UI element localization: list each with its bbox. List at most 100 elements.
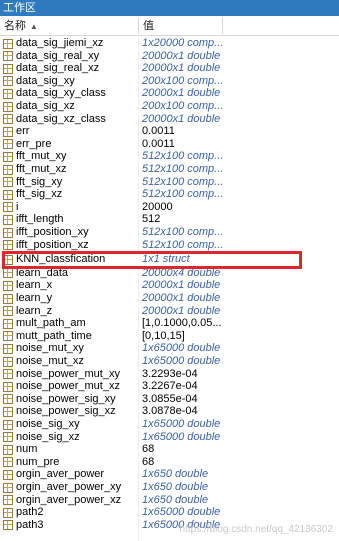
variable-row[interactable]: fft_mut_xy 512x100 comp...	[0, 150, 339, 163]
value-column-header[interactable]: 值	[143, 16, 154, 36]
variable-row[interactable]: orgin_aver_power_xz 1x650 double	[0, 494, 339, 507]
variable-name: data_sig_xy	[16, 74, 75, 87]
variable-row[interactable]: num 68	[0, 443, 339, 456]
variable-row[interactable]: noise_sig_xz 1x65000 double	[0, 431, 339, 444]
variable-name: num	[16, 443, 38, 456]
variable-name: noise_mut_xz	[16, 355, 84, 367]
variable-row[interactable]: data_sig_xy_class 20000x1 double	[0, 87, 339, 100]
matrix-icon	[3, 406, 13, 417]
variable-row[interactable]: noise_mut_xy 1x65000 double	[0, 342, 339, 355]
variable-row[interactable]: path2 1x65000 double	[0, 506, 339, 519]
variable-row[interactable]: orgin_aver_power_xy 1x650 double	[0, 481, 339, 494]
variable-value: 1x65000 double	[142, 418, 221, 430]
matrix-icon	[3, 114, 13, 125]
name-column-label: 名称	[4, 20, 26, 32]
variable-value: 1x1 struct	[142, 253, 190, 266]
matrix-icon	[3, 139, 13, 150]
variable-name: noise_power_mut_xz	[16, 380, 120, 393]
variable-row[interactable]: noise_power_mut_xy 3.2293e-04	[0, 368, 339, 381]
variable-row[interactable]: err 0.0011	[0, 125, 339, 138]
variable-name: ifft_position_xy	[16, 226, 89, 238]
variable-value: 3.0878e-04	[142, 405, 198, 418]
variable-row[interactable]: KNN_classfication 1x1 struct	[0, 253, 339, 266]
variable-value: 20000x1 double	[142, 292, 221, 304]
variable-row[interactable]: noise_power_mut_xz 3.2267e-04	[0, 380, 339, 393]
variable-name: num_pre	[16, 455, 60, 468]
variable-value: 512x100 comp...	[142, 150, 224, 163]
variable-value: 20000x1 double	[142, 62, 221, 75]
variable-value: 200x100 comp...	[142, 74, 224, 87]
variable-name: noise_power_sig_xz	[16, 405, 116, 418]
variable-name: fft_sig_xy	[16, 175, 63, 188]
variable-name: learn_data	[16, 266, 68, 279]
variable-row[interactable]: data_sig_real_xy 20000x1 double	[0, 50, 339, 63]
matrix-icon	[3, 432, 13, 443]
variable-row[interactable]: orgin_aver_power 1x650 double	[0, 468, 339, 481]
variable-name: err_pre	[16, 137, 52, 150]
matrix-icon	[3, 280, 13, 291]
variable-row[interactable]: noise_mut_xz 1x65000 double	[0, 355, 339, 368]
variable-row[interactable]: ifft_length 512	[0, 213, 339, 226]
variable-name: data_sig_real_xy	[16, 49, 100, 62]
matrix-icon	[3, 214, 13, 225]
variable-value: 1x650 double	[142, 481, 209, 493]
variable-value: 0.0011	[142, 137, 175, 150]
variable-row[interactable]: fft_sig_xy 512x100 comp...	[0, 176, 339, 189]
variable-name: noise_sig_xy	[16, 418, 80, 430]
name-column-header[interactable]: 名称 ▲	[4, 16, 38, 37]
matrix-icon	[3, 457, 13, 468]
workspace-title-bar: 工作区	[0, 0, 339, 16]
variable-row[interactable]: num_pre 68	[0, 456, 339, 469]
variable-name: noise_power_sig_xy	[16, 392, 116, 405]
variable-row[interactable]: i 20000	[0, 201, 339, 214]
variable-name: learn_z	[16, 304, 53, 317]
variable-name: orgin_aver_power_xz	[16, 493, 122, 506]
variable-value: 1x650 double	[142, 468, 209, 481]
variable-row[interactable]: data_sig_xz_class 20000x1 double	[0, 113, 339, 126]
variable-name: orgin_aver_power_xy	[16, 481, 122, 493]
variable-row[interactable]: data_sig_jiemi_xz 1x20000 comp...	[0, 37, 339, 50]
variable-name: path2	[16, 506, 44, 519]
variable-name: data_sig_xy_class	[16, 87, 106, 100]
variable-row[interactable]: data_sig_xz 200x100 comp...	[0, 100, 339, 113]
variable-name: ifft_length	[16, 213, 64, 226]
matrix-icon	[3, 101, 13, 112]
variable-value: 3.0855e-04	[142, 392, 198, 405]
variable-name: learn_x	[16, 279, 53, 292]
variable-row[interactable]: noise_power_sig_xy 3.0855e-04	[0, 393, 339, 406]
column-divider[interactable]	[222, 18, 223, 34]
variable-row[interactable]: mult_path_am [1,0.1000,0.05...	[0, 317, 339, 330]
matrix-icon	[3, 318, 13, 329]
matrix-icon	[3, 202, 13, 213]
variable-name: data_sig_xz	[16, 100, 75, 112]
variable-row[interactable]: ifft_position_xz 512x100 comp...	[0, 239, 339, 252]
variable-value: 0.0011	[142, 125, 175, 138]
variable-row[interactable]: err_pre 0.0011	[0, 138, 339, 151]
variable-value: 1x20000 comp...	[142, 37, 224, 49]
variable-row[interactable]: data_sig_xy 200x100 comp...	[0, 75, 339, 88]
column-divider[interactable]	[138, 18, 139, 34]
variable-name: mutt_path_time	[16, 329, 92, 342]
variable-row[interactable]: fft_sig_xz 512x100 comp...	[0, 188, 339, 201]
matrix-icon	[3, 88, 13, 99]
variable-name: noise_power_mut_xy	[16, 367, 120, 380]
variable-value: [1,0.1000,0.05...	[142, 317, 222, 330]
matrix-icon	[3, 164, 13, 175]
variable-row[interactable]: fft_mut_xz 512x100 comp...	[0, 163, 339, 176]
variable-value: 3.2293e-04	[142, 367, 198, 380]
variable-name: err	[16, 125, 30, 138]
matrix-icon	[3, 343, 13, 354]
variable-row[interactable]: noise_power_sig_xz 3.0878e-04	[0, 405, 339, 418]
variable-row[interactable]: noise_sig_xy 1x65000 double	[0, 418, 339, 431]
variable-row[interactable]: mutt_path_time [0,10,15]	[0, 330, 339, 343]
matrix-icon	[3, 356, 13, 367]
variable-row[interactable]: learn_x 20000x1 double	[0, 279, 339, 292]
variable-row[interactable]: learn_y 20000x1 double	[0, 292, 339, 305]
variable-row[interactable]: learn_data 20000x4 double	[0, 267, 339, 280]
variable-row[interactable]: learn_z 20000x1 double	[0, 305, 339, 318]
matrix-icon	[3, 293, 13, 304]
variable-row[interactable]: ifft_position_xy 512x100 comp...	[0, 226, 339, 239]
variable-row[interactable]: data_sig_real_xz 20000x1 double	[0, 62, 339, 75]
variable-name: orgin_aver_power	[16, 468, 105, 481]
variable-name: mult_path_am	[16, 317, 86, 330]
